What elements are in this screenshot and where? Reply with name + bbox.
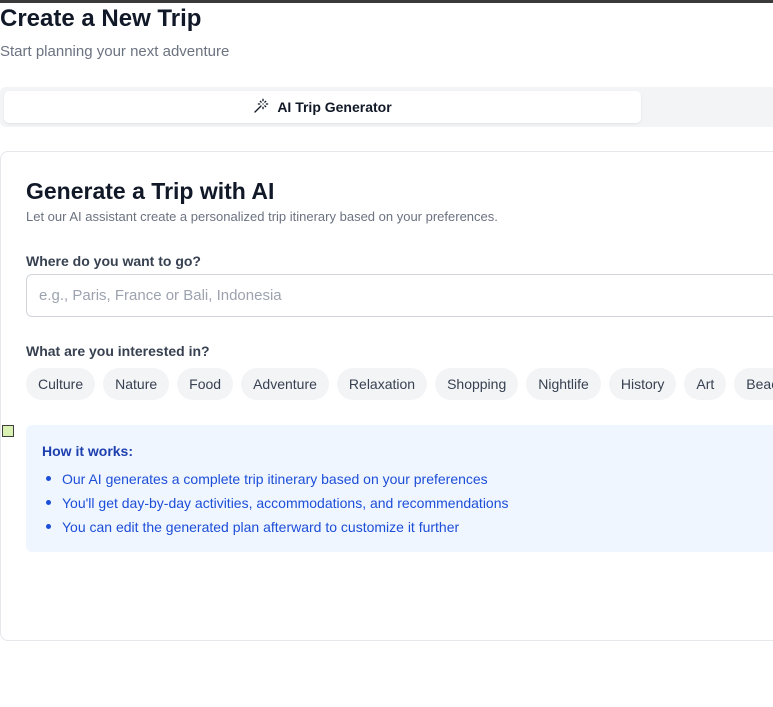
list-item: Our AI generates a complete trip itinera…	[42, 469, 509, 493]
page-title: Create a New Trip	[0, 5, 202, 32]
list-item: You can edit the generated plan afterwar…	[42, 517, 509, 541]
destination-input[interactable]	[26, 274, 773, 317]
tab-label: AI Trip Generator	[277, 99, 392, 115]
magic-wand-icon	[253, 98, 269, 117]
create-trip-page: Create a New Trip Start planning your ne…	[0, 0, 773, 707]
ai-generator-card: Generate a Trip with AI Let our AI assis…	[0, 151, 773, 641]
card-title: Generate a Trip with AI	[26, 178, 275, 204]
destination-label: Where do you want to go?	[26, 253, 201, 269]
interest-chip-adventure[interactable]: Adventure	[241, 368, 329, 400]
how-it-works-title: How it works:	[42, 443, 134, 459]
interest-chip-relaxation[interactable]: Relaxation	[336, 368, 428, 400]
interest-chip-history[interactable]: History	[608, 368, 677, 400]
interest-chips: Culture Nature Food Adventure Relaxation…	[26, 368, 773, 400]
cursor-marker	[2, 425, 14, 437]
how-it-works-box: How it works: Our AI generates a complet…	[26, 425, 773, 552]
interest-chip-art[interactable]: Art	[684, 368, 727, 400]
how-it-works-list: Our AI generates a complete trip itinera…	[42, 469, 509, 541]
interests-label: What are you interested in?	[26, 343, 210, 359]
page-subtitle: Start planning your next adventure	[0, 43, 230, 60]
interest-chip-nature[interactable]: Nature	[103, 368, 170, 400]
interest-chip-beach[interactable]: Beach	[734, 368, 773, 400]
tab-bar: AI Trip Generator	[0, 87, 773, 127]
interest-chip-food[interactable]: Food	[177, 368, 234, 400]
tab-ai-trip-generator[interactable]: AI Trip Generator	[4, 91, 641, 123]
interest-chip-nightlife[interactable]: Nightlife	[526, 368, 601, 400]
card-description: Let our AI assistant create a personaliz…	[26, 209, 498, 224]
interest-chip-shopping[interactable]: Shopping	[435, 368, 519, 400]
interest-chip-culture[interactable]: Culture	[26, 368, 96, 400]
list-item: You'll get day-by-day activities, accomm…	[42, 493, 509, 517]
